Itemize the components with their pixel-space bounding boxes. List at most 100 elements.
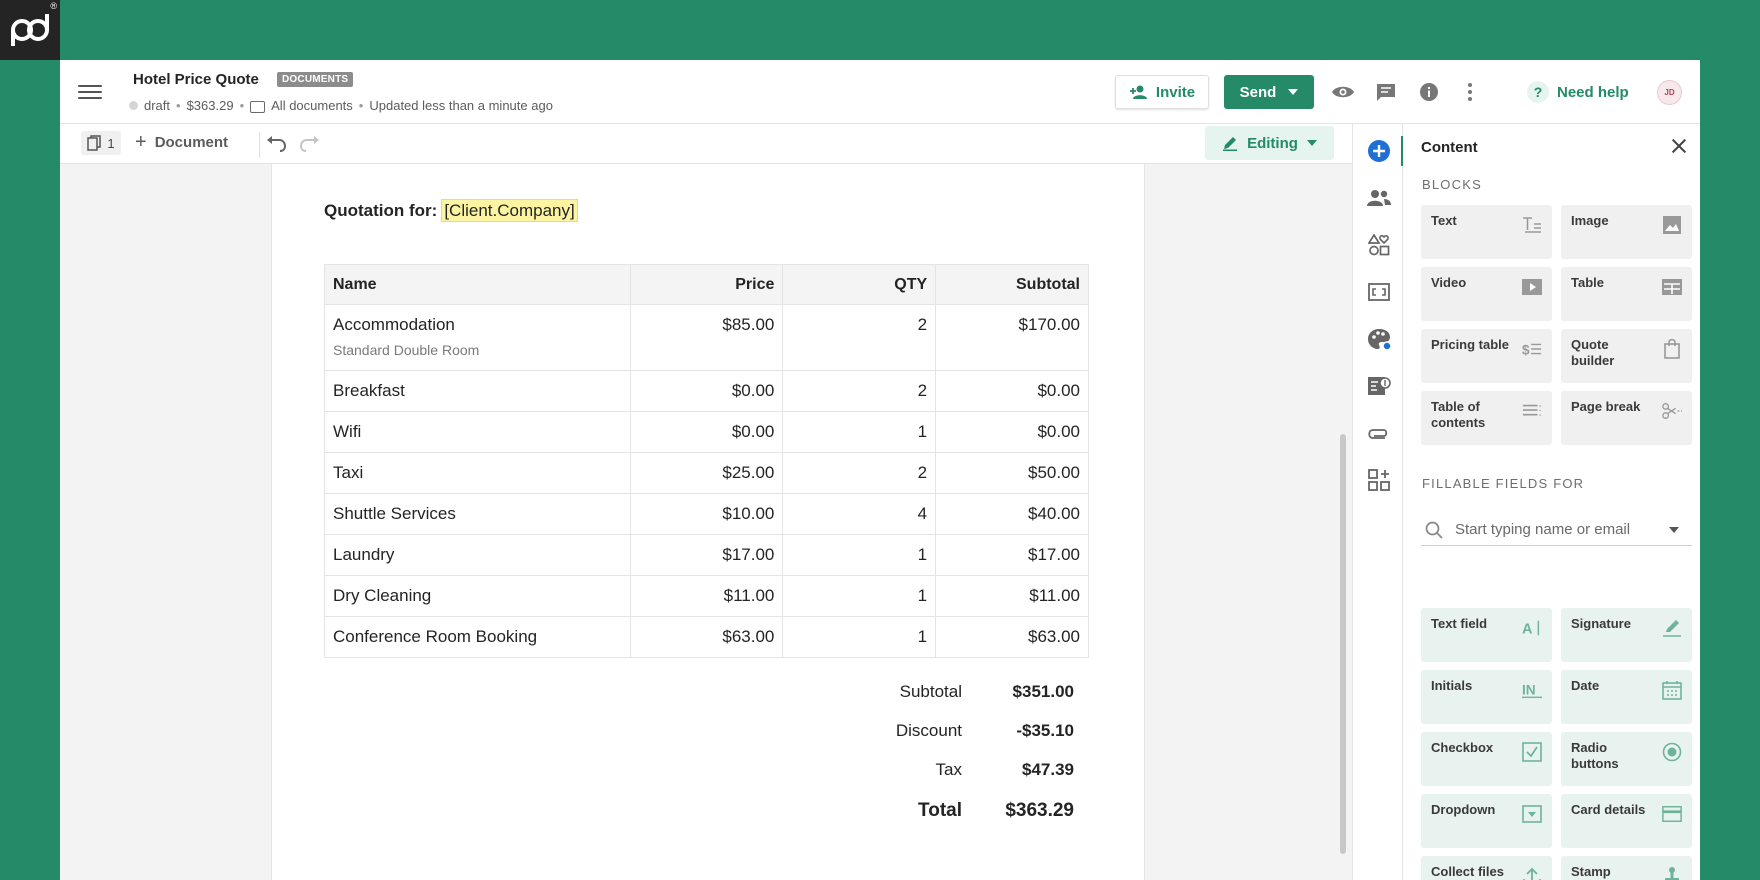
field-signature[interactable]: Signature (1561, 608, 1692, 662)
item-qty[interactable]: 1 (782, 411, 937, 453)
close-icon[interactable] (1671, 138, 1687, 154)
field-collect-files[interactable]: Collect files (1421, 856, 1552, 880)
block-image[interactable]: Image (1561, 205, 1692, 259)
item-name[interactable]: Wifi (324, 411, 631, 453)
design-palette-icon[interactable] (1366, 326, 1392, 352)
item-name[interactable]: Dry Cleaning (324, 575, 631, 617)
pages-button[interactable]: 1 (81, 131, 121, 155)
client-company-variable[interactable]: [Client.Company] (441, 199, 578, 222)
redo-icon[interactable] (299, 134, 321, 154)
table-row[interactable]: Wifi $0.00 1 $0.00 (324, 411, 1089, 453)
item-price[interactable]: $11.00 (629, 575, 784, 617)
pricing-icon[interactable] (1366, 373, 1392, 399)
avatar[interactable]: JD (1657, 80, 1682, 105)
item-subtotal: $50.00 (935, 452, 1089, 494)
menu-icon[interactable] (78, 80, 102, 104)
block-text[interactable]: Text (1421, 205, 1552, 259)
block-quote-builder[interactable]: Quote builder (1561, 329, 1692, 383)
tax-row[interactable]: Tax $47.39 (732, 750, 1074, 789)
pandadoc-logo[interactable]: ® (0, 0, 60, 60)
pricing-table[interactable]: Name Price QTY Subtotal Accommodation Sta… (324, 264, 1089, 658)
block-video[interactable]: Video (1421, 267, 1552, 321)
help-button[interactable]: ? Need help (1527, 80, 1629, 104)
info-icon[interactable] (1417, 80, 1441, 104)
recipient-search[interactable] (1421, 514, 1692, 546)
item-name[interactable]: Laundry (324, 534, 631, 576)
page-break-icon (1662, 401, 1682, 421)
block-table-of-contents[interactable]: Table of contents (1421, 391, 1552, 445)
item-name[interactable]: Breakfast (324, 370, 631, 412)
discount-value[interactable]: -$35.10 (964, 721, 1074, 741)
field-date[interactable]: Date (1561, 670, 1692, 724)
item-price[interactable]: $10.00 (629, 493, 784, 535)
table-row[interactable]: Taxi $25.00 2 $50.00 (324, 452, 1089, 494)
item-qty[interactable]: 2 (782, 304, 937, 371)
field-text-field[interactable]: Text field A (1421, 608, 1552, 662)
item-price[interactable]: $17.00 (629, 534, 784, 576)
initials-icon: IN (1522, 680, 1542, 700)
undo-icon[interactable] (265, 134, 287, 154)
table-row[interactable]: Dry Cleaning $11.00 1 $11.00 (324, 575, 1089, 617)
canvas-scrollbar[interactable] (1340, 434, 1346, 854)
item-qty[interactable]: 2 (782, 370, 937, 412)
elements-icon[interactable] (1366, 232, 1392, 258)
invite-button[interactable]: Invite (1115, 75, 1209, 109)
editing-mode-dropdown[interactable]: Editing (1205, 126, 1334, 160)
quotation-heading[interactable]: Quotation for: [Client.Company] (324, 199, 578, 222)
table-row[interactable]: Shuttle Services $10.00 4 $40.00 (324, 493, 1089, 535)
svg-text:$: $ (1522, 342, 1530, 357)
item-qty[interactable]: 1 (782, 616, 937, 658)
item-price[interactable]: $25.00 (629, 452, 784, 494)
document-page[interactable]: Quotation for: [Client.Company] Name Pric… (271, 164, 1145, 880)
send-button[interactable]: Send (1224, 75, 1314, 109)
block-table[interactable]: Table (1561, 267, 1692, 321)
item-name[interactable]: Conference Room Booking (324, 616, 631, 658)
item-name[interactable]: Shuttle Services (324, 493, 631, 535)
field-radio-buttons[interactable]: Radio buttons (1561, 732, 1692, 786)
add-document-button[interactable]: + Document (135, 132, 228, 152)
item-price[interactable]: $85.00 (629, 304, 784, 371)
table-row[interactable]: Accommodation Standard Double Room $85.00… (324, 304, 1089, 371)
table-row[interactable]: Laundry $17.00 1 $17.00 (324, 534, 1089, 576)
tax-value[interactable]: $47.39 (964, 760, 1074, 780)
field-initials[interactable]: Initials IN (1421, 670, 1552, 724)
field-dropdown[interactable]: Dropdown (1421, 794, 1552, 848)
document-title[interactable]: Hotel Price Quote (133, 71, 259, 88)
embed-icon[interactable] (1366, 279, 1392, 305)
document-canvas[interactable]: Quotation for: [Client.Company] Name Pric… (60, 164, 1352, 880)
block-pricing-table[interactable]: Pricing table $ (1421, 329, 1552, 383)
item-name[interactable]: Taxi (324, 452, 631, 494)
comments-icon[interactable] (1374, 80, 1398, 104)
attachment-icon[interactable] (1366, 420, 1392, 446)
field-card-details[interactable]: Card details (1561, 794, 1692, 848)
recipient-search-input[interactable] (1455, 521, 1665, 538)
preview-eye-icon[interactable] (1331, 80, 1355, 104)
item-qty[interactable]: 1 (782, 575, 937, 617)
subtotal-label: Subtotal (899, 681, 962, 701)
discount-row[interactable]: Discount -$35.10 (732, 711, 1074, 750)
column-header-price: Price (629, 264, 784, 305)
toolbar-divider (259, 132, 260, 158)
tile-label: Checkbox (1431, 740, 1494, 755)
table-row[interactable]: Conference Room Booking $63.00 1 $63.00 (324, 616, 1089, 658)
item-price[interactable]: $63.00 (629, 616, 784, 658)
chevron-down-icon[interactable] (1669, 526, 1679, 533)
folder-link[interactable]: All documents (271, 98, 353, 113)
item-qty[interactable]: 4 (782, 493, 937, 535)
item-price[interactable]: $0.00 (629, 411, 784, 453)
item-qty[interactable]: 1 (782, 534, 937, 576)
item-name-cell[interactable]: Accommodation Standard Double Room (324, 304, 631, 371)
item-price[interactable]: $0.00 (629, 370, 784, 412)
item-qty[interactable]: 2 (782, 452, 937, 494)
table-row[interactable]: Breakfast $0.00 2 $0.00 (324, 370, 1089, 412)
subtotal-value: $351.00 (1012, 681, 1074, 701)
field-checkbox[interactable]: Checkbox (1421, 732, 1552, 786)
field-stamp[interactable]: Stamp (1561, 856, 1692, 880)
block-page-break[interactable]: Page break (1561, 391, 1692, 445)
editing-label: Editing (1247, 134, 1298, 152)
logo-mark-icon (11, 14, 49, 46)
recipients-icon[interactable] (1366, 185, 1392, 211)
more-vertical-icon[interactable] (1458, 80, 1482, 104)
apps-icon[interactable] (1366, 467, 1392, 493)
add-content-icon[interactable] (1366, 138, 1392, 164)
